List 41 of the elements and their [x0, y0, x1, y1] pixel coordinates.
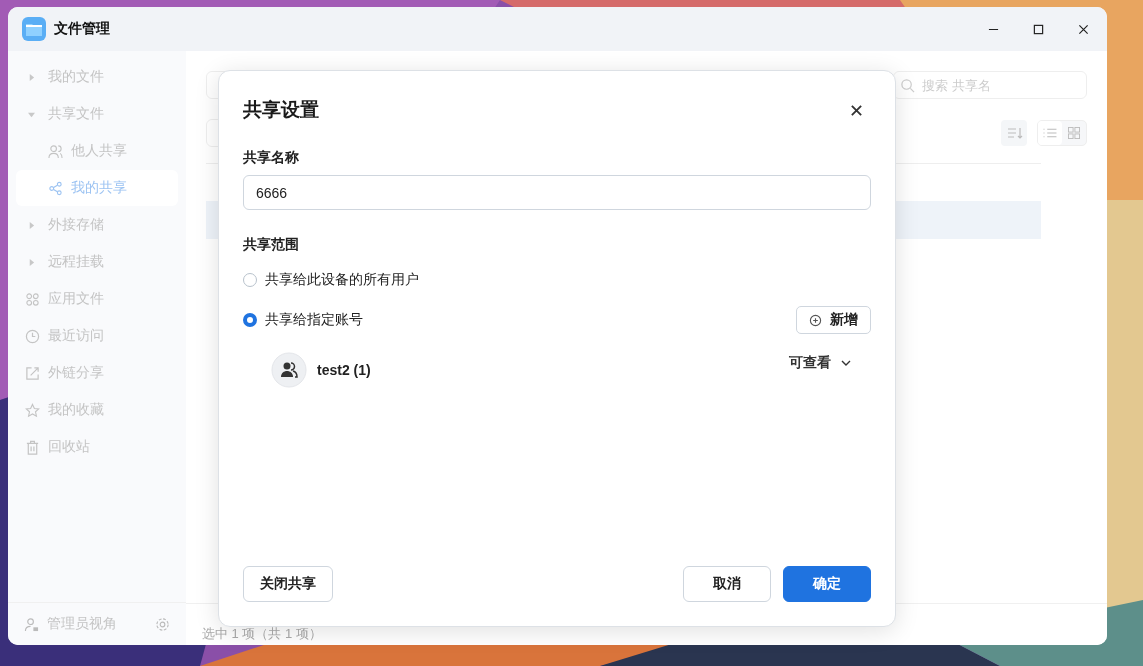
trash-icon: [25, 439, 40, 455]
cancel-button[interactable]: 取消: [683, 566, 771, 602]
user-group-avatar: [271, 352, 307, 388]
close-share-button[interactable]: 关闭共享: [243, 566, 333, 602]
status-text: 选中 1 项（共 1 项）: [202, 625, 322, 643]
plus-icon: [809, 313, 822, 327]
add-button[interactable]: 新增: [796, 306, 871, 334]
caret-right-icon: [28, 258, 35, 266]
users-icon: [48, 143, 63, 159]
search-icon: [900, 78, 915, 93]
sidebar-item[interactable]: 应用文件: [16, 281, 178, 317]
window-title: 文件管理: [54, 20, 110, 38]
field-label: 共享范围: [243, 236, 299, 254]
close-icon[interactable]: [850, 103, 863, 117]
caret-down-icon: [28, 110, 35, 118]
admin-user-icon: [24, 616, 39, 632]
star-icon: [25, 402, 40, 418]
radio-button[interactable]: [243, 313, 257, 327]
close-icon[interactable]: [1078, 23, 1089, 35]
permission-dropdown[interactable]: 可查看: [789, 354, 851, 372]
export-icon: [25, 365, 40, 381]
caret-right-icon: [28, 221, 35, 229]
sidebar-item[interactable]: 我的收藏: [16, 392, 178, 428]
sidebar-item[interactable]: 我的共享: [16, 170, 178, 206]
chevron-down-icon: [841, 360, 851, 366]
share-name-field[interactable]: 6666: [243, 175, 871, 210]
sidebar-item[interactable]: 我的文件: [16, 59, 178, 95]
member-name: test2 (1): [317, 362, 371, 378]
folder-icon: [22, 17, 46, 41]
share-icon: [48, 180, 63, 196]
radio-label[interactable]: 共享给此设备的所有用户: [265, 271, 419, 289]
radio-button[interactable]: [243, 273, 257, 287]
caret-right-icon: [28, 73, 35, 81]
confirm-button[interactable]: 确定: [783, 566, 871, 602]
sidebar-item[interactable]: 外接存储: [16, 207, 178, 243]
clock-icon: [25, 328, 40, 344]
maximize-icon[interactable]: [1033, 23, 1044, 35]
radio-label[interactable]: 共享给指定账号: [265, 311, 363, 329]
dialog-title: 共享设置: [243, 98, 319, 122]
apps-icon: [25, 291, 40, 307]
field-label: 共享名称: [243, 149, 299, 167]
